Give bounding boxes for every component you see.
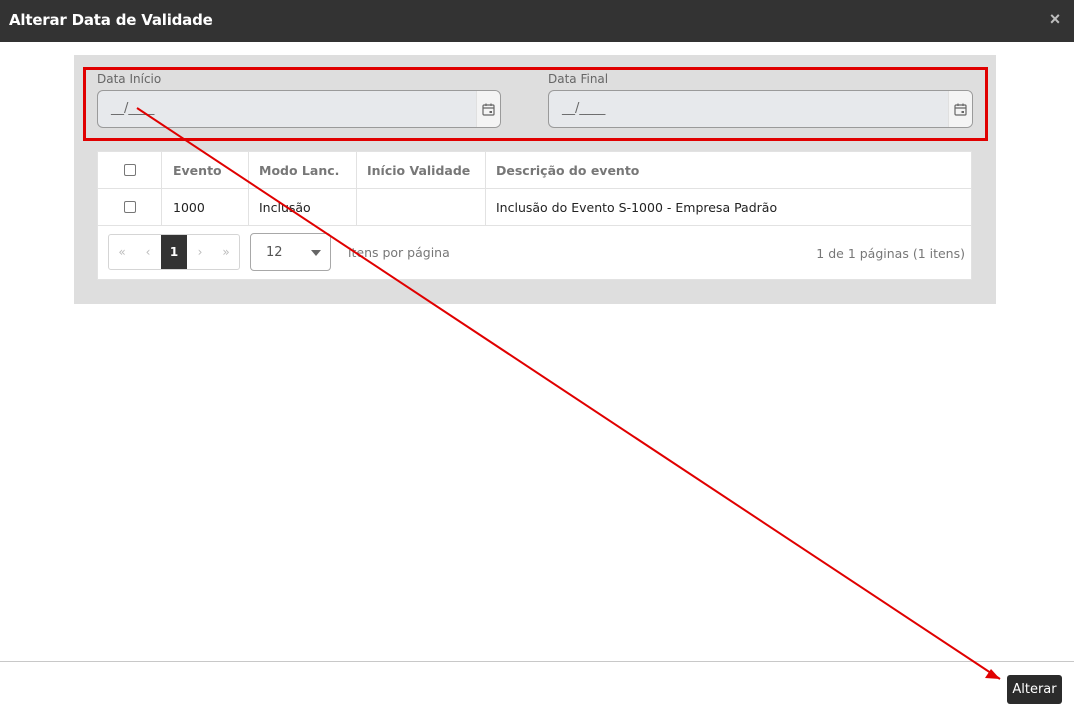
row-select-cell bbox=[98, 189, 162, 225]
start-date-label: Data Início bbox=[97, 72, 162, 86]
per-page-label: itens por página bbox=[348, 245, 450, 260]
header-modo-lanc[interactable]: Modo Lanc. bbox=[249, 152, 357, 188]
table-header: Evento Modo Lanc. Início Validade Descri… bbox=[98, 152, 971, 189]
table-row[interactable]: 1000 Inclusão Inclusão do Evento S-1000 … bbox=[98, 189, 971, 226]
end-date-input[interactable]: __/____ bbox=[548, 90, 973, 128]
start-date-input[interactable]: __/____ bbox=[97, 90, 501, 128]
calendar-icon[interactable] bbox=[948, 91, 972, 127]
cell-descricao: Inclusão do Evento S-1000 - Empresa Padr… bbox=[496, 199, 778, 215]
select-all-cell bbox=[98, 152, 162, 188]
close-icon[interactable]: × bbox=[1048, 10, 1062, 28]
events-table: Evento Modo Lanc. Início Validade Descri… bbox=[97, 151, 972, 280]
end-date-label: Data Final bbox=[548, 72, 609, 86]
footer-divider bbox=[0, 661, 1074, 662]
header-evento[interactable]: Evento bbox=[162, 152, 249, 188]
modal-title: Alterar Data de Validade bbox=[9, 11, 213, 29]
pagination: « ‹ 1 › » bbox=[108, 234, 240, 270]
pagination-info: 1 de 1 páginas (1 itens) bbox=[816, 246, 965, 261]
cell-inicio bbox=[357, 189, 486, 225]
alterar-button[interactable]: Alterar bbox=[1007, 675, 1062, 704]
select-all-checkbox[interactable] bbox=[123, 164, 136, 176]
modal-dialog: Alterar Data de Validade × Data Início _… bbox=[0, 0, 1074, 716]
page-1-button[interactable]: 1 bbox=[161, 235, 187, 269]
last-page-button[interactable]: » bbox=[213, 235, 239, 269]
cell-modo: Inclusão bbox=[249, 189, 357, 225]
start-date-value: __/____ bbox=[111, 101, 155, 116]
first-page-button[interactable]: « bbox=[109, 235, 135, 269]
end-date-value: __/____ bbox=[562, 101, 606, 116]
page-size-select[interactable]: 12 bbox=[250, 233, 331, 271]
cell-evento: 1000 bbox=[162, 189, 249, 225]
row-checkbox[interactable] bbox=[123, 201, 136, 213]
calendar-icon[interactable] bbox=[476, 91, 500, 127]
prev-page-button[interactable]: ‹ bbox=[135, 235, 161, 269]
header-inicio-validade[interactable]: Início Validade bbox=[357, 152, 486, 188]
annotation-arrow-head bbox=[985, 669, 1000, 679]
next-page-button[interactable]: › bbox=[187, 235, 213, 269]
chevron-down-icon bbox=[311, 250, 321, 256]
header-descricao[interactable]: Descrição do evento bbox=[486, 152, 971, 188]
page-size-value: 12 bbox=[266, 245, 283, 260]
modal-header: Alterar Data de Validade × bbox=[0, 0, 1074, 42]
